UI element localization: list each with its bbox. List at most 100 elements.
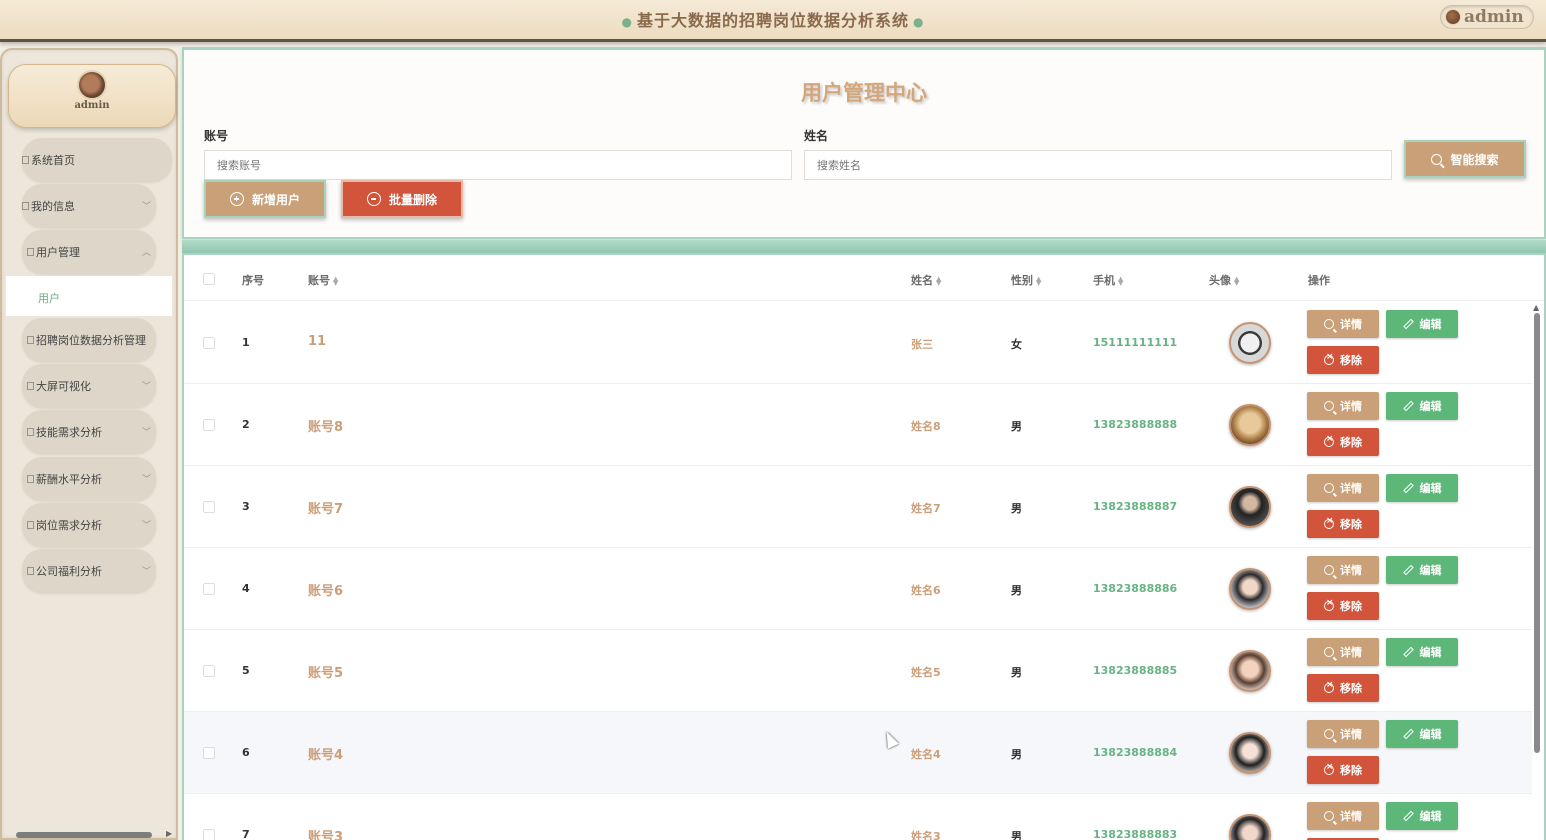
- remove-button[interactable]: 移除: [1307, 510, 1379, 538]
- smart-search-button[interactable]: 智能搜索: [1404, 140, 1526, 178]
- sidebar-subitem-user[interactable]: 用户: [6, 276, 172, 316]
- detail-button[interactable]: 详情: [1307, 556, 1379, 584]
- remove-button[interactable]: 移除: [1307, 756, 1379, 784]
- sidebar-item-label: 岗位需求分析: [36, 519, 102, 532]
- detail-button[interactable]: 详情: [1307, 802, 1379, 830]
- avatar[interactable]: [1229, 650, 1271, 692]
- table-scrollbar[interactable]: [1534, 313, 1540, 753]
- sort-icon[interactable]: ▲ ▼: [1118, 276, 1123, 287]
- remove-button[interactable]: 移除: [1307, 346, 1379, 374]
- detail-button[interactable]: 详情: [1307, 474, 1379, 502]
- avatar[interactable]: [1229, 486, 1271, 528]
- sidebar-item-dashboard[interactable]: 大屏可视化 ﹀: [22, 364, 156, 408]
- row-gender: 男: [1011, 502, 1022, 515]
- row-checkbox[interactable]: [203, 337, 215, 349]
- batch-delete-button[interactable]: 批量删除: [341, 180, 463, 218]
- sidebar-item-job-data-management[interactable]: 招聘岗位数据分析管理: [22, 318, 156, 362]
- detail-label: 详情: [1340, 564, 1362, 577]
- edit-button[interactable]: 编辑: [1386, 474, 1458, 502]
- avatar[interactable]: [1229, 322, 1271, 364]
- detail-button[interactable]: 详情: [1307, 310, 1379, 338]
- table-row[interactable]: 3 账号7 姓名7 男 13823888887 详情 编辑 移除: [184, 466, 1532, 548]
- sidebar-item-home[interactable]: 系统首页: [22, 138, 172, 182]
- pencil-icon: [1402, 482, 1414, 494]
- pencil-icon: [1402, 728, 1414, 740]
- table-row[interactable]: 6 账号4 姓名4 男 13823888884 详情 编辑 移除: [184, 712, 1532, 794]
- sidebar-item-position-analysis[interactable]: 岗位需求分析 ﹀: [22, 503, 156, 547]
- remove-button[interactable]: 移除: [1307, 428, 1379, 456]
- account-search-input[interactable]: [204, 150, 792, 180]
- sidebar-item-my-info[interactable]: 我的信息 ﹀: [22, 184, 156, 228]
- column-header-phone[interactable]: 手机 ▲ ▼: [1093, 272, 1123, 288]
- menu-icon: [27, 475, 34, 483]
- avatar[interactable]: [1229, 568, 1271, 610]
- row-phone: 13823888887: [1093, 500, 1178, 513]
- row-checkbox[interactable]: [203, 829, 215, 840]
- remove-button[interactable]: 移除: [1307, 592, 1379, 620]
- user-menu[interactable]: admin: [1440, 5, 1534, 29]
- column-header-name[interactable]: 姓名 ▲ ▼: [911, 272, 941, 288]
- edit-button[interactable]: 编辑: [1386, 802, 1458, 830]
- add-user-button[interactable]: 新增用户: [204, 180, 326, 218]
- edit-button[interactable]: 编辑: [1386, 720, 1458, 748]
- remove-label: 移除: [1340, 354, 1362, 367]
- chevron-down-icon: ﹀: [141, 202, 151, 212]
- edit-label: 编辑: [1419, 400, 1442, 413]
- sidebar-item-salary-analysis[interactable]: 薪酬水平分析 ﹀: [22, 457, 156, 501]
- name-search-input[interactable]: [804, 150, 1392, 180]
- row-checkbox[interactable]: [203, 665, 215, 677]
- sidebar-scrollbar[interactable]: [16, 832, 152, 838]
- sort-icon[interactable]: ▲ ▼: [333, 276, 338, 287]
- avatar[interactable]: [1229, 814, 1271, 840]
- pencil-icon: [1402, 400, 1414, 412]
- sidebar-item-label: 技能需求分析: [36, 426, 102, 439]
- sort-icon[interactable]: ▲ ▼: [1036, 276, 1041, 287]
- table-row[interactable]: 2 账号8 姓名8 男 13823888888 详情 编辑 移除: [184, 384, 1532, 466]
- search-icon: [1324, 401, 1334, 411]
- menu-icon: [27, 521, 34, 529]
- column-header-gender[interactable]: 性别 ▲ ▼: [1011, 272, 1041, 288]
- app-title: ● 基于大数据的招聘岗位数据分析系统 ●: [0, 7, 1546, 31]
- sidebar-item-skill-analysis[interactable]: 技能需求分析 ﹀: [22, 410, 156, 454]
- row-checkbox[interactable]: [203, 747, 215, 759]
- remove-label: 移除: [1340, 518, 1362, 531]
- edit-button[interactable]: 编辑: [1386, 556, 1458, 584]
- row-gender: 女: [1011, 338, 1022, 351]
- table-row[interactable]: 5 账号5 姓名5 男 13823888885 详情 编辑 移除: [184, 630, 1532, 712]
- column-header-account[interactable]: 账号 ▲ ▼: [308, 272, 338, 288]
- pencil-icon: [1402, 564, 1414, 576]
- sidebar-item-benefit-analysis[interactable]: 公司福利分析 ﹀: [22, 549, 156, 593]
- sidebar-profile[interactable]: admin: [8, 64, 176, 128]
- detail-button[interactable]: 详情: [1307, 720, 1379, 748]
- remove-button[interactable]: 移除: [1307, 674, 1379, 702]
- row-checkbox[interactable]: [203, 419, 215, 431]
- scroll-up-icon[interactable]: ▲: [1533, 303, 1539, 312]
- row-account: 账号8: [308, 420, 344, 435]
- search-icon: [1324, 729, 1334, 739]
- edit-button[interactable]: 编辑: [1386, 392, 1458, 420]
- row-index: 1: [242, 336, 250, 349]
- select-all-checkbox[interactable]: [203, 273, 215, 285]
- pencil-icon: [1402, 810, 1414, 822]
- scroll-right-icon[interactable]: ▶: [166, 829, 172, 838]
- sort-icon[interactable]: ▲ ▼: [936, 276, 941, 287]
- edit-button[interactable]: 编辑: [1386, 638, 1458, 666]
- detail-label: 详情: [1340, 482, 1362, 495]
- table-row[interactable]: 7 账号3 姓名3 男 13823888883 详情 编辑 移除: [184, 794, 1532, 840]
- sidebar-item-label: 系统首页: [31, 154, 75, 167]
- row-checkbox[interactable]: [203, 501, 215, 513]
- row-gender: 男: [1011, 584, 1022, 597]
- detail-button[interactable]: 详情: [1307, 638, 1379, 666]
- sidebar-item-user-management[interactable]: 用户管理 ︿: [22, 230, 156, 274]
- avatar[interactable]: [1229, 732, 1271, 774]
- row-checkbox[interactable]: [203, 583, 215, 595]
- detail-button[interactable]: 详情: [1307, 392, 1379, 420]
- menu-icon: [22, 202, 29, 210]
- avatar[interactable]: [1229, 404, 1271, 446]
- sort-icon[interactable]: ▲ ▼: [1234, 276, 1239, 287]
- table-row[interactable]: 4 账号6 姓名6 男 13823888886 详情 编辑 移除: [184, 548, 1532, 630]
- table-row[interactable]: 1 11 张三 女 15111111111 详情 编辑 移除: [184, 302, 1532, 384]
- close-circle-icon: [1324, 762, 1334, 775]
- edit-button[interactable]: 编辑: [1386, 310, 1458, 338]
- column-header-avatar[interactable]: 头像 ▲ ▼: [1209, 272, 1239, 288]
